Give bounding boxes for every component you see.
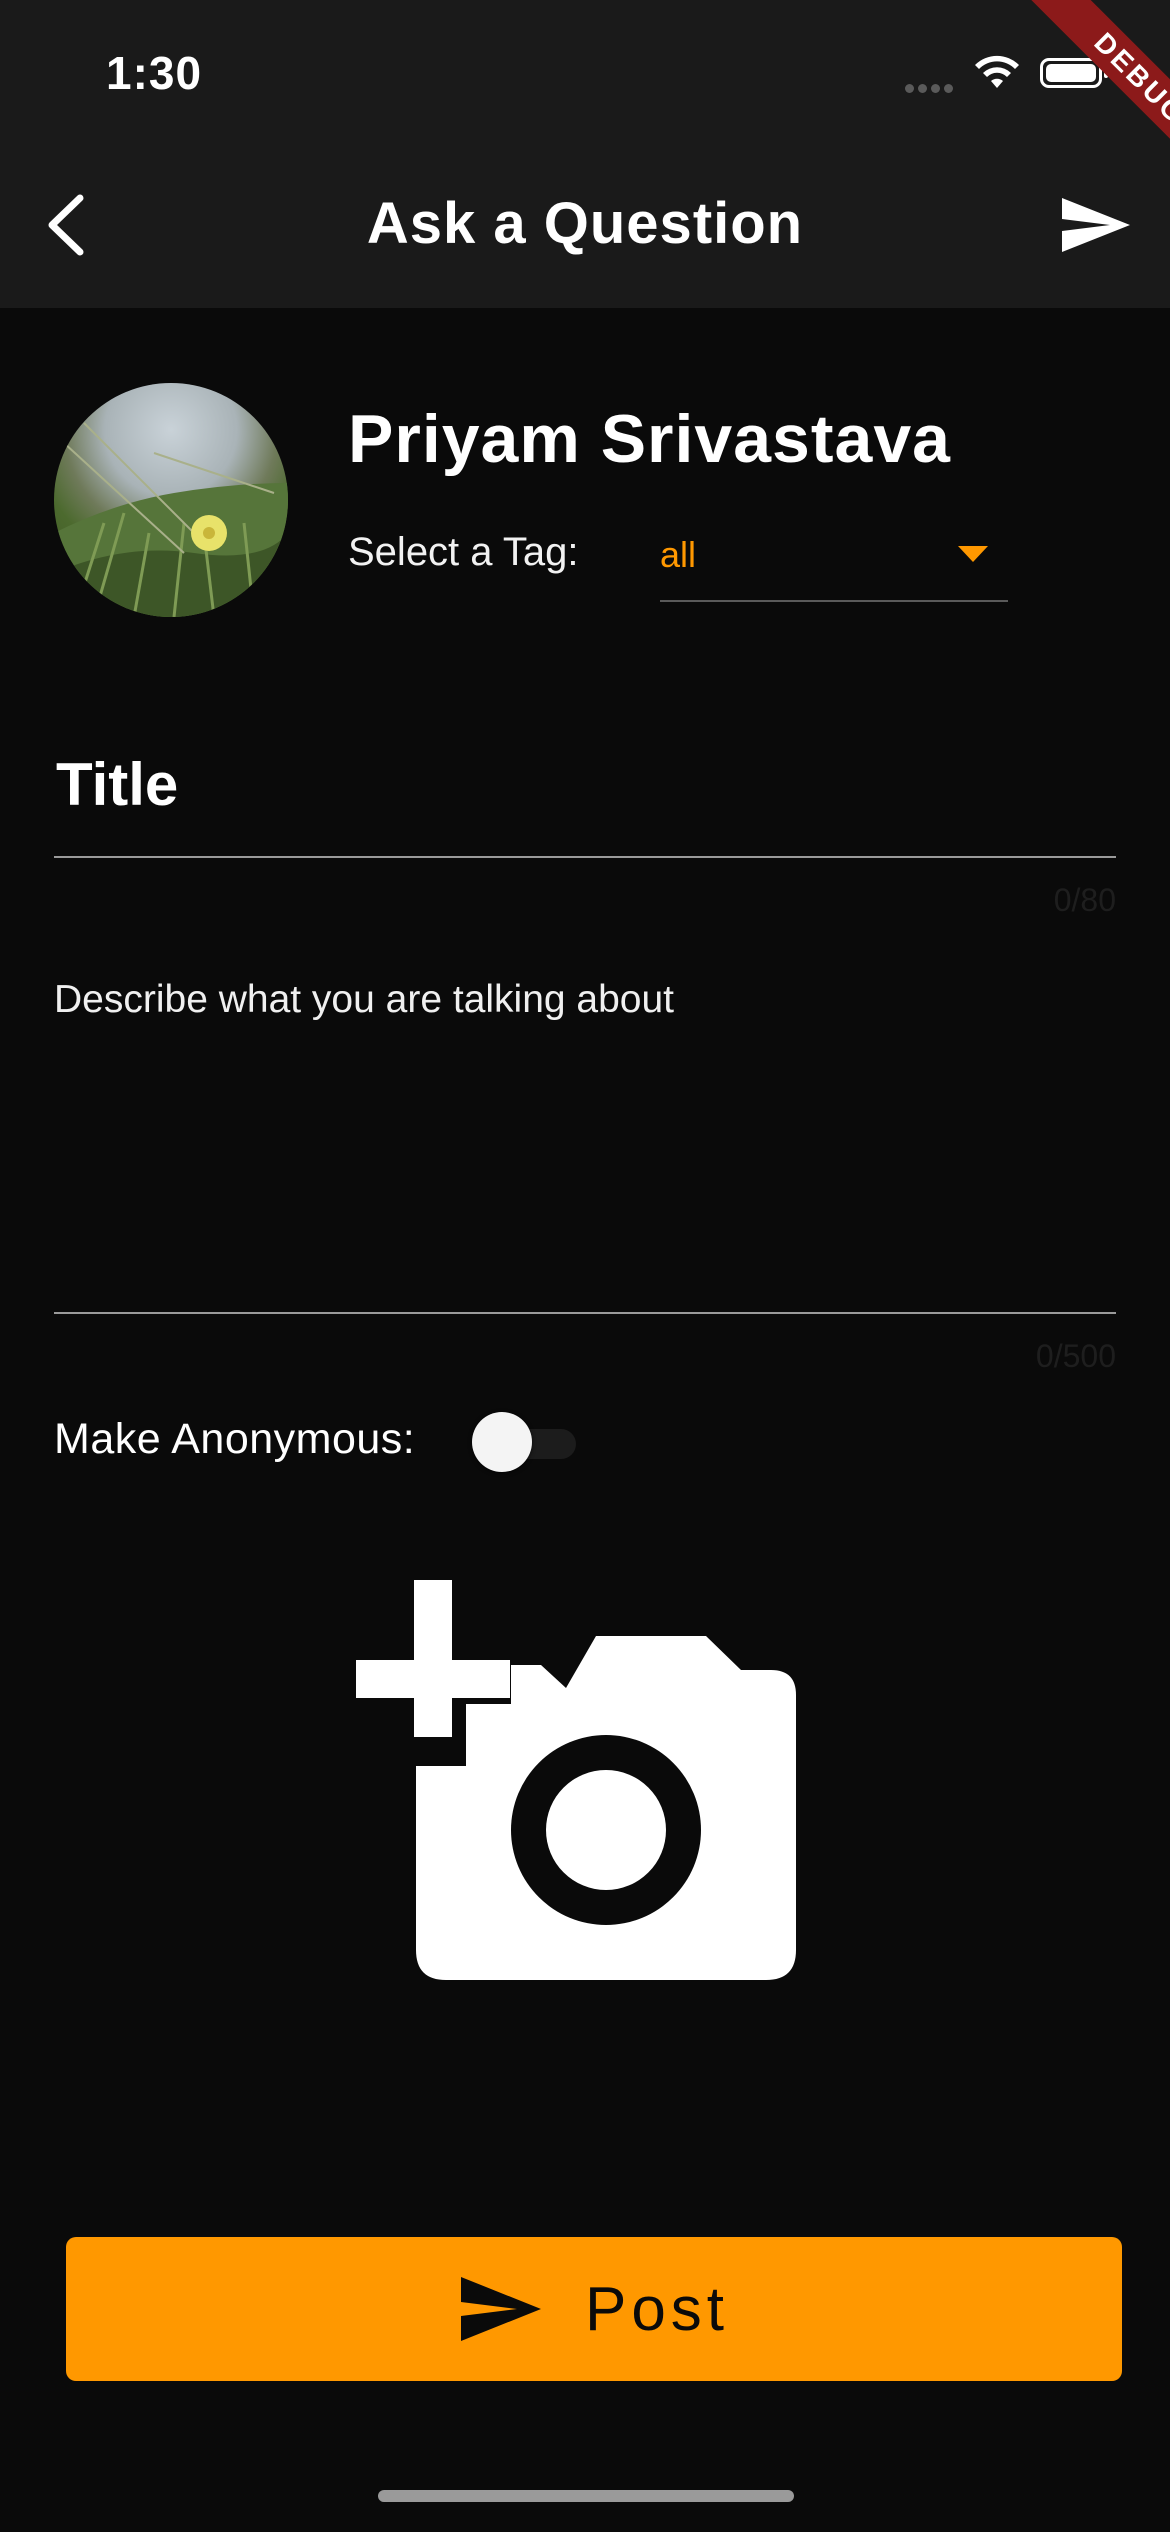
title-input[interactable]: Title bbox=[54, 740, 1116, 858]
tag-dropdown-value: all bbox=[660, 534, 697, 575]
add-photo-button[interactable] bbox=[356, 1580, 796, 1990]
home-indicator bbox=[378, 2490, 794, 2502]
status-time: 1:30 bbox=[106, 47, 203, 99]
post-button-label: Post bbox=[584, 2274, 730, 2344]
page-title: Ask a Question bbox=[366, 191, 804, 256]
tag-dropdown[interactable]: all bbox=[660, 516, 1008, 602]
avatar bbox=[54, 383, 288, 617]
send-icon bbox=[460, 2277, 541, 2341]
title-placeholder: Title bbox=[56, 751, 179, 818]
add-a-photo-icon bbox=[356, 1580, 796, 1980]
user-name: Priyam Srivastava bbox=[348, 401, 951, 477]
description-character-counter: 0/500 bbox=[1035, 1338, 1116, 1374]
title-character-counter: 0/80 bbox=[1053, 882, 1116, 918]
debug-banner-label: DEBUG bbox=[1019, 0, 1170, 200]
cellular-signal-icon bbox=[905, 80, 957, 93]
description-input[interactable]: Describe what you are talking about bbox=[54, 960, 1116, 1314]
anonymous-toggle[interactable] bbox=[472, 1412, 582, 1472]
dropdown-arrow-icon bbox=[958, 546, 988, 562]
description-placeholder: Describe what you are talking about bbox=[54, 978, 675, 1021]
anonymous-label: Make Anonymous: bbox=[54, 1415, 416, 1463]
post-button[interactable]: Post bbox=[66, 2237, 1122, 2381]
debug-banner: DEBUG bbox=[960, 0, 1170, 210]
tag-label: Select a Tag: bbox=[348, 530, 579, 574]
send-button[interactable] bbox=[1060, 196, 1132, 259]
send-icon bbox=[1062, 198, 1130, 252]
